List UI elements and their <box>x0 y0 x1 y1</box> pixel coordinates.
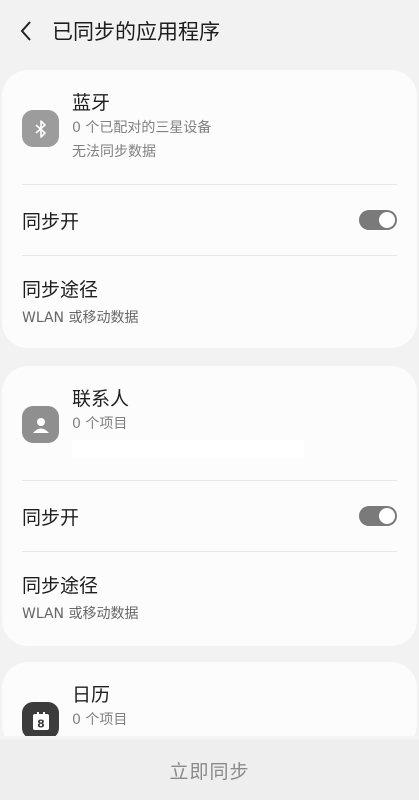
app-header-bluetooth: 蓝牙 0 个已配对的三星设备 无法同步数据 <box>2 70 417 184</box>
sync-toggle-row[interactable]: 同步开 <box>2 481 417 551</box>
page-title: 已同步的应用程序 <box>52 20 220 44</box>
bluetooth-icon <box>22 110 59 147</box>
app-name: 蓝牙 <box>72 92 111 114</box>
sync-path-value: WLAN 或移动数据 <box>22 310 139 326</box>
app-header-contacts: 联系人 0 个项目 <box>2 366 417 480</box>
app-status: 无法同步数据 <box>72 144 156 160</box>
sync-now-button[interactable]: 立即同步 <box>169 757 249 784</box>
sync-toggle[interactable] <box>359 210 397 230</box>
header: 已同步的应用程序 <box>0 0 419 62</box>
sync-path-title: 同步途径 <box>22 279 99 301</box>
calendar-day: 8 <box>37 717 45 730</box>
redacted-text <box>72 440 304 458</box>
sync-toggle-label: 同步开 <box>22 210 80 233</box>
app-item-count: 0 个项目 <box>72 416 128 432</box>
app-name: 日历 <box>72 684 111 706</box>
footer-bar: 立即同步 <box>0 740 419 800</box>
sync-path-row[interactable]: 同步途径 WLAN 或移动数据 <box>2 256 417 348</box>
sync-path-row[interactable]: 同步途径 WLAN 或移动数据 <box>2 552 417 644</box>
app-card-contacts: 联系人 0 个项目 同步开 同步途径 WLAN 或移动数据 <box>2 366 417 646</box>
sync-path-title: 同步途径 <box>22 575 99 597</box>
sync-toggle-row[interactable]: 同步开 <box>2 185 417 255</box>
app-card-bluetooth: 蓝牙 0 个已配对的三星设备 无法同步数据 同步开 同步途径 WLAN 或移动数… <box>2 70 417 348</box>
back-arrow-icon[interactable] <box>14 19 38 43</box>
app-item-count: 0 个项目 <box>72 712 128 728</box>
sync-path-value: WLAN 或移动数据 <box>22 606 139 622</box>
app-name: 联系人 <box>72 388 130 410</box>
calendar-icon: 8 <box>22 702 59 739</box>
sync-toggle-label: 同步开 <box>22 506 80 529</box>
app-item-count: 0 个已配对的三星设备 <box>72 120 212 136</box>
sync-toggle[interactable] <box>359 506 397 526</box>
contact-icon <box>22 406 59 443</box>
